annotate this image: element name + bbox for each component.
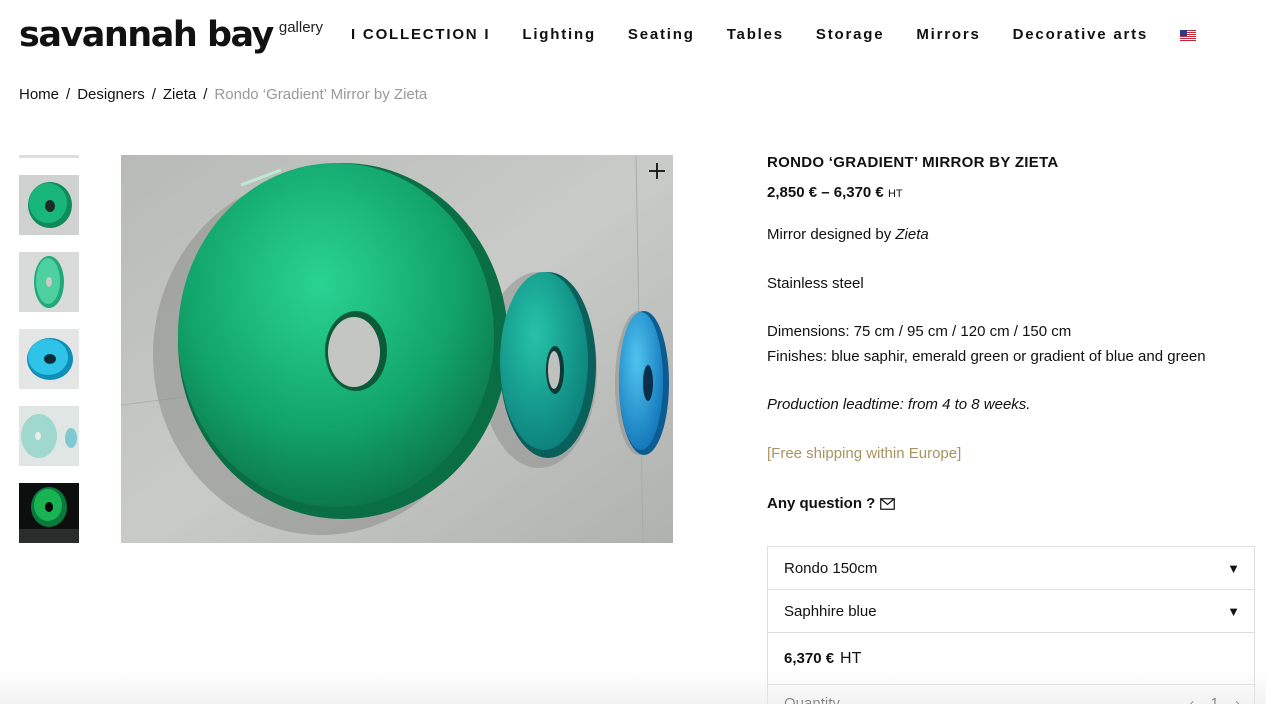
quantity-stepper[interactable]: ‹ 1 › xyxy=(1189,695,1240,704)
nav-item-seating[interactable]: Seating xyxy=(628,26,695,44)
product-price-range: 2,850 € – 6,370 € HT xyxy=(767,184,1255,201)
thumbnail-1[interactable] xyxy=(19,175,79,235)
free-shipping-note: [Free shipping within Europe] xyxy=(767,445,962,462)
designer-prefix: Mirror designed by xyxy=(767,226,896,243)
product-designer: Mirror designed by Zieta xyxy=(767,226,1255,243)
product-leadtime: Production leadtime: from 4 to 8 weeks. xyxy=(767,396,1031,413)
envelope-icon[interactable] xyxy=(880,497,896,510)
mirror-photo xyxy=(121,155,673,543)
nav-item-storage[interactable]: Storage xyxy=(816,26,884,44)
decrement-icon[interactable]: ‹ xyxy=(1189,695,1194,704)
nav-item-collection[interactable]: I COLLECTION I xyxy=(351,26,490,44)
logo-wordmark: savannah bay xyxy=(19,15,274,55)
quantity-label: Quantity xyxy=(784,695,840,704)
breadcrumb-zieta[interactable]: Zieta xyxy=(163,86,196,103)
product-material: Stainless steel xyxy=(767,275,864,292)
thumbnail-5[interactable] xyxy=(19,483,79,543)
thumbnail-3[interactable] xyxy=(19,329,79,389)
selected-price: 6,370 € HT xyxy=(768,633,1254,685)
breadcrumb-home[interactable]: Home xyxy=(19,86,59,103)
thumbnail-2[interactable] xyxy=(19,252,79,312)
selected-price-suffix: HT xyxy=(840,649,862,667)
breadcrumb: Home / Designers / Zieta / Rondo ‘Gradie… xyxy=(19,86,427,103)
price-range-value: 2,850 € – 6,370 € xyxy=(767,184,884,201)
logo-subtitle: gallery xyxy=(278,19,324,36)
breadcrumb-separator: / xyxy=(66,86,71,103)
increment-icon[interactable]: › xyxy=(1235,695,1240,704)
triangle-down-icon: ▼ xyxy=(1227,560,1240,576)
breadcrumb-separator: / xyxy=(151,86,156,103)
nav-item-lighting[interactable]: Lighting xyxy=(522,26,596,44)
thumbnail-strip xyxy=(19,155,79,560)
product-finishes: Finishes: blue saphir, emerald green or … xyxy=(767,348,1206,365)
contact-question[interactable]: Any question ? xyxy=(767,495,1255,512)
product-info: RONDO ‘GRADIENT’ MIRROR BY ZIETA 2,850 €… xyxy=(767,154,1255,512)
designer-name[interactable]: Zieta xyxy=(895,226,928,243)
purchase-options: Rondo 150cm ▼ Saphhire blue ▼ 6,370 € HT… xyxy=(767,546,1255,704)
nav-item-decorative-arts[interactable]: Decorative arts xyxy=(1013,26,1148,44)
breadcrumb-designers[interactable]: Designers xyxy=(77,86,145,103)
finish-select[interactable]: Saphhire blue ▼ xyxy=(768,590,1254,633)
product-title: RONDO ‘GRADIENT’ MIRROR BY ZIETA xyxy=(767,154,1059,171)
plus-icon[interactable] xyxy=(647,161,667,181)
price-suffix: HT xyxy=(887,188,903,200)
main-nav: I COLLECTION I Lighting Seating Tables S… xyxy=(351,26,1197,44)
nav-item-mirrors[interactable]: Mirrors xyxy=(916,26,980,44)
quantity-value[interactable]: 1 xyxy=(1210,695,1218,704)
us-flag-icon[interactable] xyxy=(1180,30,1197,41)
site-logo[interactable]: savannah bay gallery xyxy=(19,16,323,54)
nav-item-tables[interactable]: Tables xyxy=(727,26,784,44)
product-dimensions: Dimensions: 75 cm / 95 cm / 120 cm / 150… xyxy=(767,323,1072,340)
main-product-image[interactable] xyxy=(121,155,673,543)
finish-selected-value: Saphhire blue xyxy=(784,602,877,620)
size-selected-value: Rondo 150cm xyxy=(784,559,878,577)
size-select[interactable]: Rondo 150cm ▼ xyxy=(768,547,1254,590)
triangle-down-icon: ▼ xyxy=(1227,603,1240,619)
question-label: Any question ? xyxy=(767,495,876,512)
breadcrumb-current: Rondo ‘Gradient’ Mirror by Zieta xyxy=(214,86,428,103)
quantity-row: Quantity ‹ 1 › xyxy=(768,685,1254,704)
breadcrumb-separator: / xyxy=(203,86,208,103)
thumbnail-4[interactable] xyxy=(19,406,79,466)
thumbnail-scroll-indicator[interactable] xyxy=(19,155,79,158)
selected-price-value: 6,370 € xyxy=(784,650,835,667)
